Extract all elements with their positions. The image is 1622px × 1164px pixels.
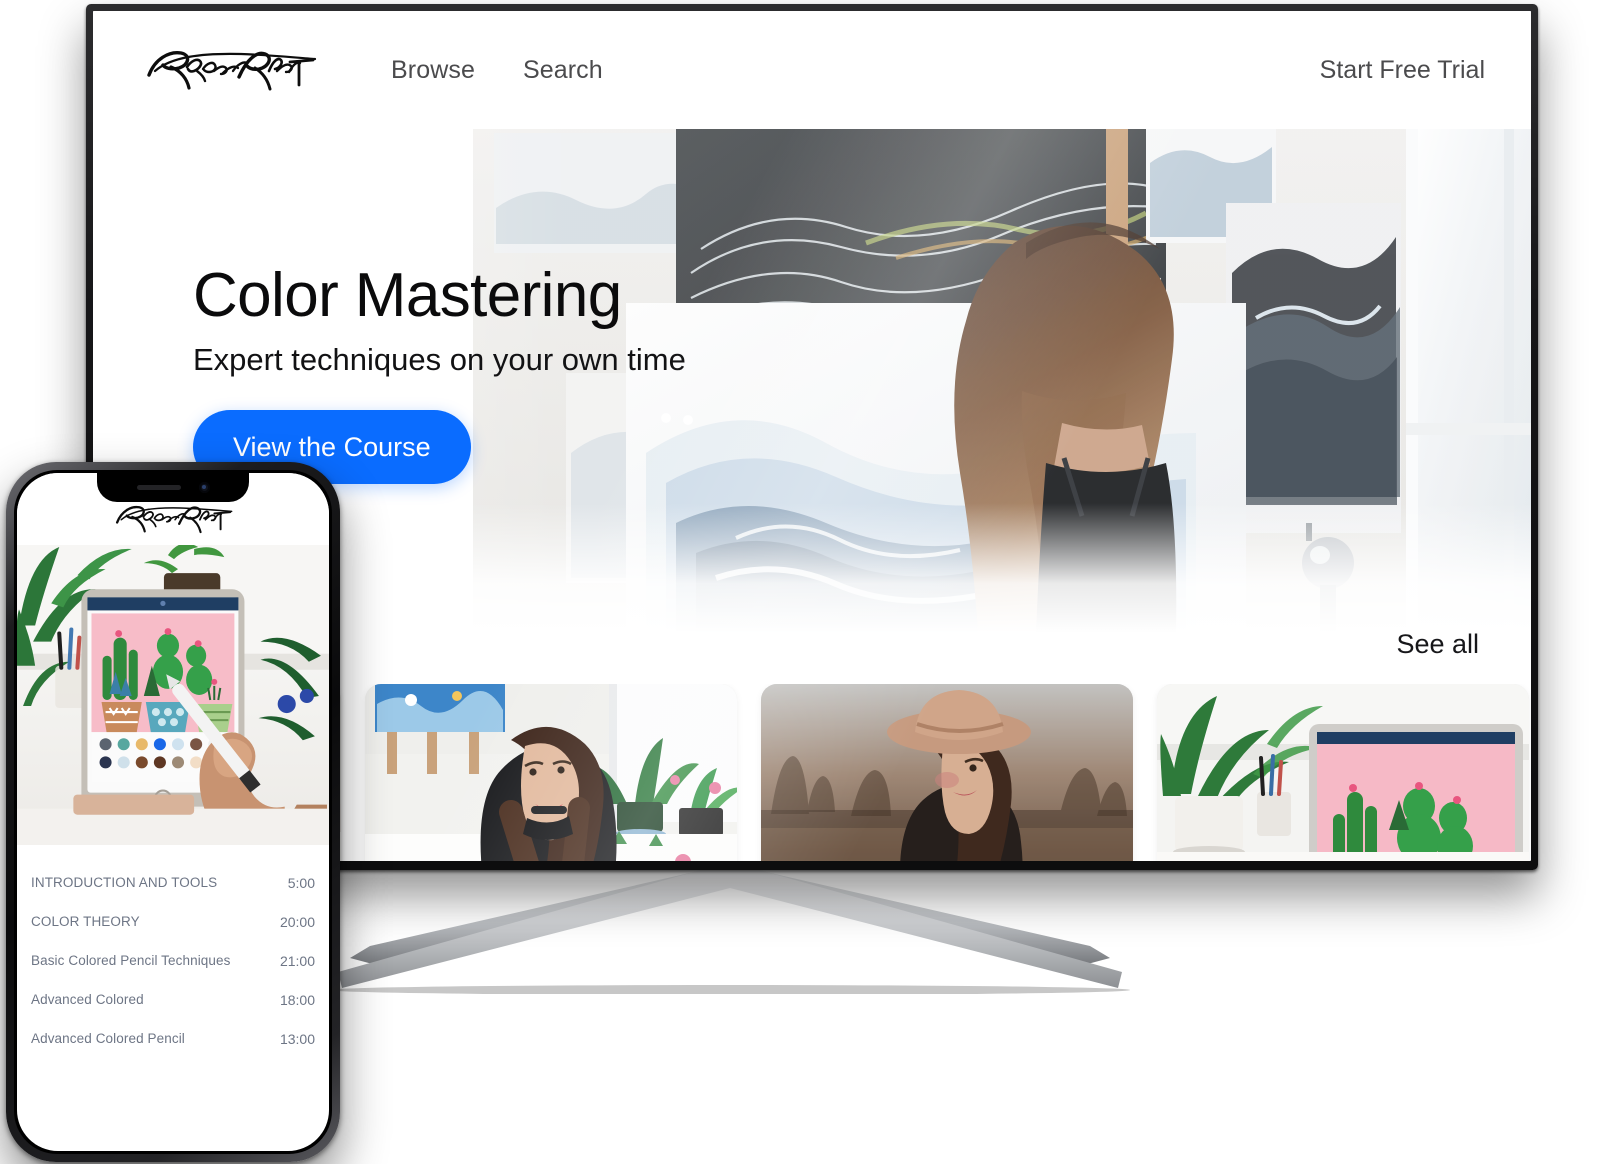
phone-screen: INTRODUCTION AND TOOLS 5:00 COLOR THEORY… [17, 473, 329, 1151]
course-card[interactable] [761, 684, 1133, 861]
course-card[interactable] [365, 684, 737, 861]
lesson-duration: 18:00 [279, 991, 315, 1008]
see-all-link[interactable]: See all [1396, 629, 1479, 660]
list-item[interactable]: Advanced Colored Pencil 13:00 [31, 1019, 315, 1058]
front-camera-icon [198, 482, 210, 493]
phone-hero-image[interactable] [17, 545, 329, 845]
lesson-duration: 20:00 [279, 913, 315, 930]
phone-device: INTRODUCTION AND TOOLS 5:00 COLOR THEORY… [6, 462, 340, 1162]
list-item[interactable]: Basic Colored Pencil Techniques 21:00 [31, 941, 315, 980]
list-item[interactable]: Advanced Colored 18:00 [31, 980, 315, 1019]
phone-notch [97, 473, 249, 502]
hero-subtitle: Expert techniques on your own time [193, 342, 686, 378]
lesson-duration: 21:00 [279, 952, 315, 969]
phone-frame: INTRODUCTION AND TOOLS 5:00 COLOR THEORY… [6, 462, 340, 1162]
lesson-title: Advanced Colored Pencil [31, 1031, 185, 1046]
list-item[interactable]: COLOR THEORY 20:00 [31, 902, 315, 941]
lesson-title: Basic Colored Pencil Techniques [31, 953, 231, 968]
hero-copy: Color Mastering Expert techniques on you… [193, 261, 686, 485]
lesson-list: INTRODUCTION AND TOOLS 5:00 COLOR THEORY… [17, 845, 329, 1058]
phone-inner-bezel: INTRODUCTION AND TOOLS 5:00 COLOR THEORY… [14, 470, 332, 1154]
signature-logo-icon[interactable] [141, 41, 319, 99]
lesson-title: COLOR THEORY [31, 914, 140, 929]
signature-logo-icon[interactable] [108, 499, 238, 539]
lesson-duration: 5:00 [287, 874, 315, 891]
list-item[interactable]: INTRODUCTION AND TOOLS 5:00 [31, 863, 315, 902]
hero-title: Color Mastering [193, 261, 622, 330]
lesson-duration: 13:00 [279, 1030, 315, 1047]
lesson-title: INTRODUCTION AND TOOLS [31, 875, 218, 890]
earpiece-speaker-icon [136, 485, 181, 490]
lesson-title: Advanced Colored [31, 992, 144, 1007]
nav-item-browse[interactable]: Browse [391, 56, 475, 85]
nav-right: Start Free Trial [1320, 56, 1485, 85]
nav-links: Browse Search [391, 56, 603, 85]
nav-item-search[interactable]: Search [523, 56, 603, 85]
device-mockup-scene: Browse Search Start Free Trial Color Mas… [0, 0, 1622, 1164]
tv-stand [330, 864, 1130, 994]
site-top-nav: Browse Search Start Free Trial [93, 11, 1531, 129]
start-free-trial-link[interactable]: Start Free Trial [1320, 56, 1485, 84]
course-card[interactable] [1157, 684, 1529, 861]
